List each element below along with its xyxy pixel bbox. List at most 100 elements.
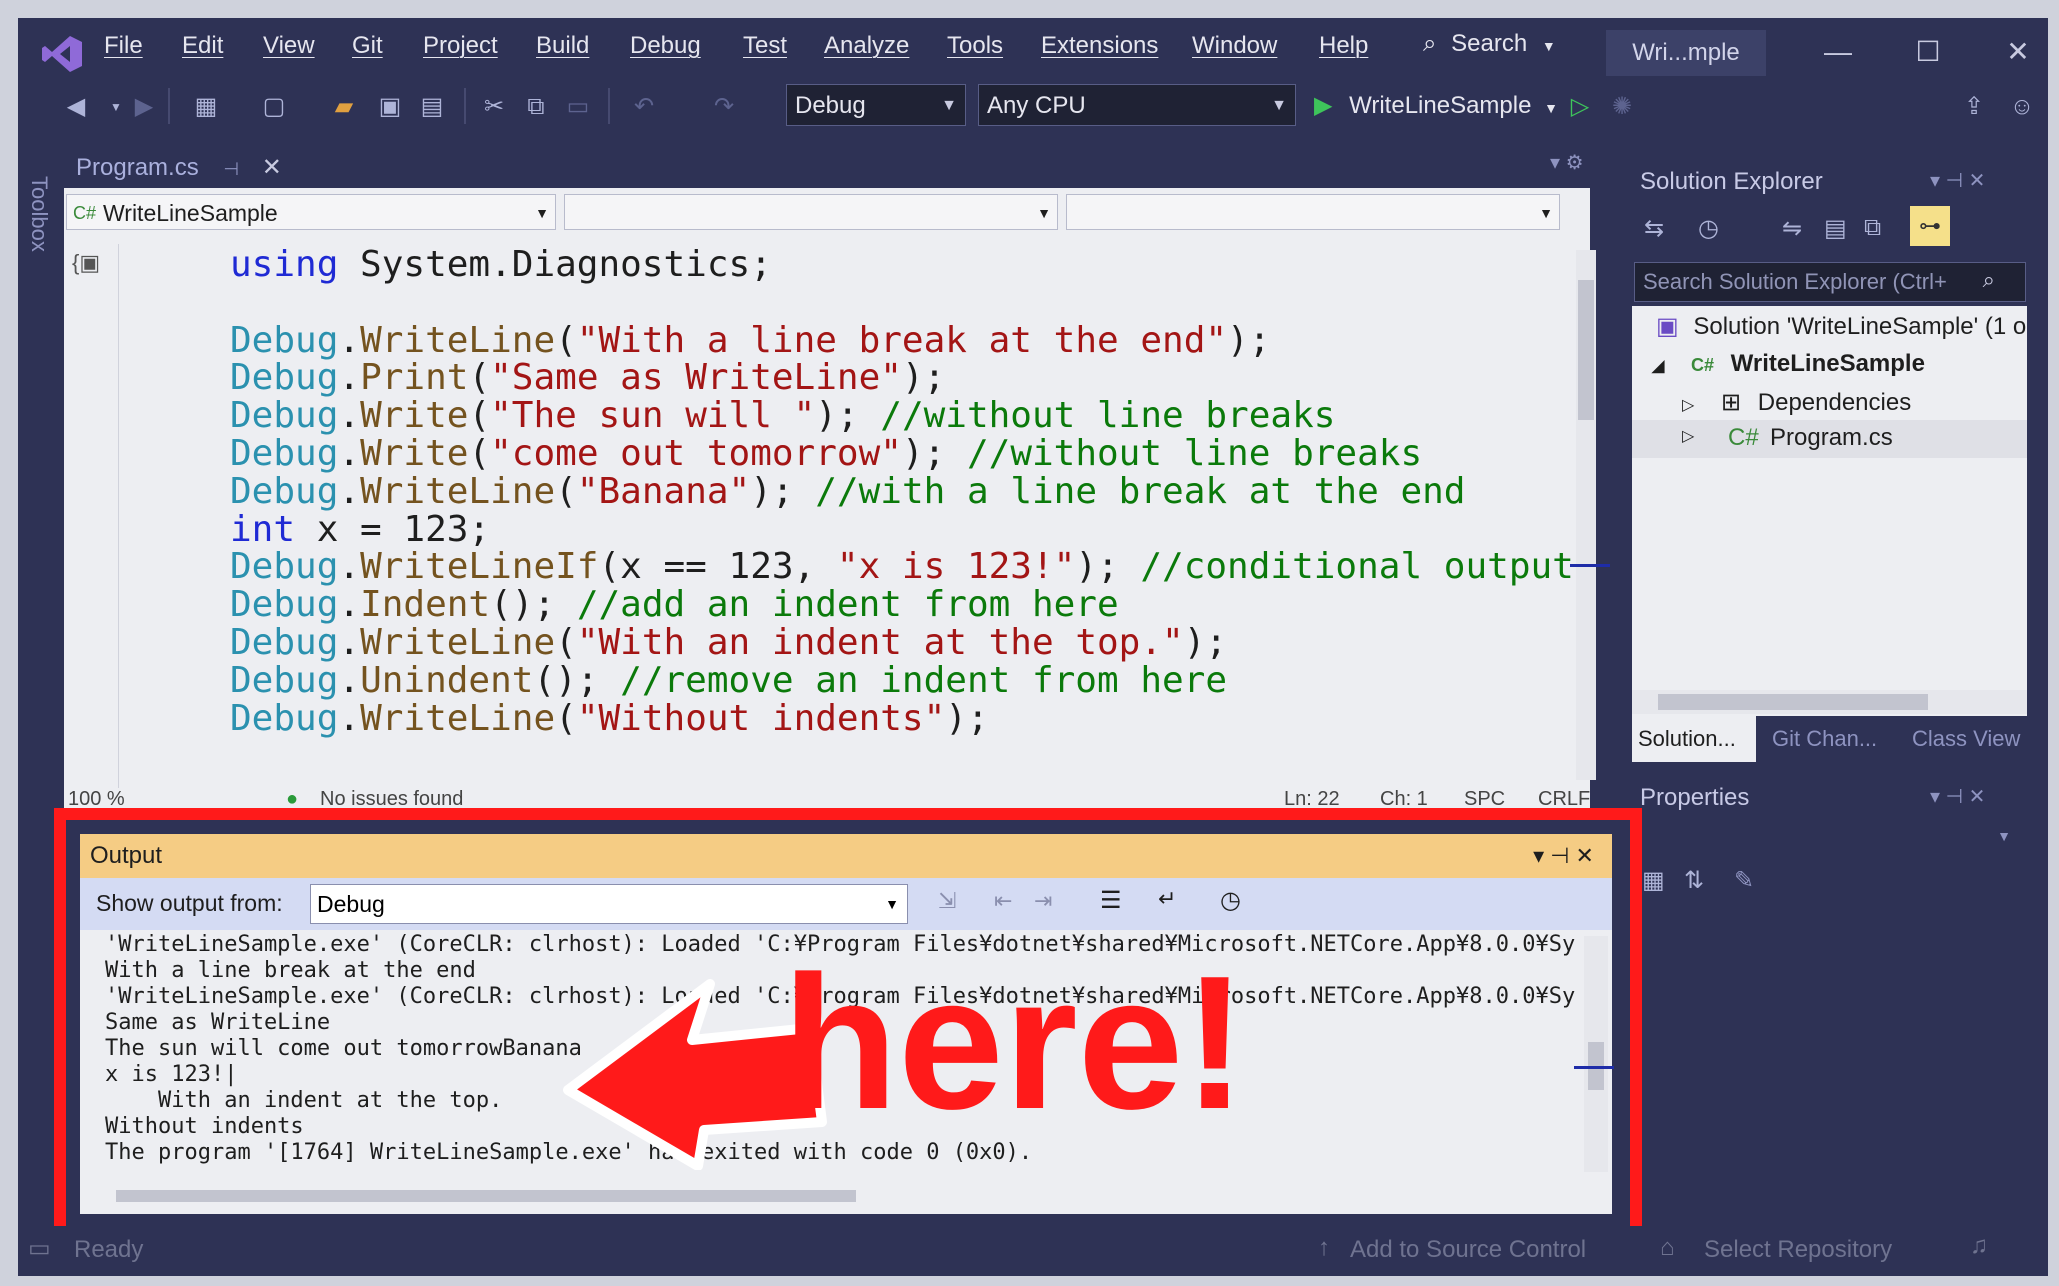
tab-solution[interactable]: Solution... <box>1632 716 1756 762</box>
menu-project[interactable]: Project <box>423 32 498 60</box>
using-collapse-icon[interactable]: {▣ <box>72 250 100 276</box>
solution-explorer-window-controls[interactable]: ▾ ⊣ ✕ <box>1930 168 1985 193</box>
toolbox-strip[interactable]: Toolbox <box>20 156 56 1236</box>
toggle-word-wrap-icon[interactable]: ↵ <box>1158 886 1176 912</box>
properties-window-controls[interactable]: ▾ ⊣ ✕ <box>1930 784 1985 809</box>
property-pages-icon[interactable]: ✎ <box>1734 866 1754 895</box>
forward-icon[interactable]: ▶ <box>128 90 160 124</box>
redo-icon[interactable]: ↷ <box>708 90 740 124</box>
menu-debug[interactable]: Debug <box>630 32 701 60</box>
menu-analyze[interactable]: Analyze <box>824 32 909 60</box>
code-line[interactable]: using System.Diagnostics; <box>230 244 772 285</box>
categorized-icon[interactable]: ▦ <box>1642 866 1665 895</box>
menu-view[interactable]: View <box>263 32 315 60</box>
menu-tools[interactable]: Tools <box>947 32 1003 60</box>
menu-build[interactable]: Build <box>536 32 589 60</box>
live-share-icon[interactable]: ⇪ <box>1958 90 1990 124</box>
tab-class-view[interactable]: Class View <box>1912 716 2020 762</box>
editor-settings-icon[interactable]: ▾ ⚙ <box>1550 150 1584 175</box>
output-window-controls[interactable]: ▾ ⊣ ✕ <box>1533 834 1594 878</box>
menu-test[interactable]: Test <box>743 32 787 60</box>
save-all-icon[interactable]: ▤ <box>416 90 448 124</box>
select-repository[interactable]: Select Repository <box>1704 1236 1892 1264</box>
dependencies-node[interactable]: ▷ ⊞ Dependencies <box>1682 388 1911 417</box>
close-tab-icon[interactable]: ✕ <box>262 154 282 181</box>
feedback-icon[interactable]: ☺ <box>2006 90 2038 124</box>
code-line[interactable]: Debug.Write("come out tomorrow"); //with… <box>230 433 1422 474</box>
code-line[interactable]: Debug.Print("Same as WriteLine"); <box>230 357 945 398</box>
alphabetical-icon[interactable]: ⇅ <box>1684 866 1704 895</box>
solution-label: Solution 'WriteLineSample' (1 o <box>1693 313 2027 340</box>
program-cs-node[interactable]: ▷ C# Program.cs <box>1632 420 2027 458</box>
paste-icon[interactable]: ▭ <box>562 90 594 124</box>
code-line[interactable]: Debug.WriteLineIf(x == 123, "x is 123!")… <box>230 546 1574 587</box>
preview-selected-icon[interactable]: ⊶ <box>1910 206 1950 246</box>
save-icon[interactable]: ▣ <box>374 90 406 124</box>
repository-icon: ⌂ <box>1660 1234 1675 1261</box>
editor-tab-program-cs[interactable]: Program.cs ⊣ ✕ <box>66 148 292 188</box>
member-nav-select[interactable]: ▼ <box>1066 194 1560 230</box>
code-line[interactable]: Debug.WriteLine("Banana"); //with a line… <box>230 471 1465 512</box>
code-line[interactable]: Debug.WriteLine("Without indents"); <box>230 698 989 739</box>
type-nav-select[interactable]: ▼ <box>564 194 1058 230</box>
notification-status-icon: ▭ <box>28 1235 51 1262</box>
code-line[interactable]: Debug.Unindent(); //remove an indent fro… <box>230 660 1227 701</box>
code-line[interactable]: Debug.WriteLine("With a line break at th… <box>230 320 1270 361</box>
platform-select[interactable]: Any CPU ▼ <box>978 84 1296 126</box>
status-ready: Ready <box>74 1236 144 1263</box>
project-nav-select[interactable]: C# WriteLineSample ▼ <box>66 194 556 230</box>
next-message-icon[interactable]: ⇥ <box>1034 888 1052 914</box>
project-node[interactable]: ◢ C# WriteLineSample <box>1652 350 1925 378</box>
open-folder-icon[interactable]: ▰ <box>328 90 360 124</box>
solution-search-input[interactable]: Search Solution Explorer (Ctrl+ ⌕ <box>1634 262 2026 302</box>
notifications-bell-icon[interactable]: ♫ <box>1970 1232 1988 1260</box>
find-message-in-code-icon[interactable]: ⇲ <box>938 888 956 914</box>
collapse-all-icon[interactable]: ▤ <box>1824 214 1847 243</box>
start-without-debugging-icon[interactable]: ▷ <box>1564 90 1596 124</box>
minimize-icon[interactable]: — <box>1808 32 1868 72</box>
tab-git-changes[interactable]: Git Chan... <box>1772 716 1877 762</box>
pending-changes-icon[interactable]: ◷ <box>1698 214 1719 243</box>
menu-edit[interactable]: Edit <box>182 32 223 60</box>
add-to-source-control[interactable]: Add to Source Control <box>1350 1236 1586 1264</box>
new-project-icon[interactable]: ▦ <box>190 90 222 124</box>
output-title-bar: Output ▾ ⊣ ✕ <box>80 834 1612 878</box>
code-line[interactable]: Debug.Indent(); //add an indent from her… <box>230 584 1119 625</box>
code-line[interactable]: Debug.WriteLine("With an indent at the t… <box>230 622 1227 663</box>
solution-horizontal-scrollbar[interactable] <box>1632 690 2027 714</box>
sync-icon[interactable]: ⇋ <box>1782 214 1802 243</box>
start-debugging-button[interactable]: ▶ WriteLineSample ▼ <box>1314 86 1558 126</box>
menu-window[interactable]: Window <box>1192 32 1277 60</box>
chevron-down-icon[interactable]: ▼ <box>1997 828 2011 844</box>
search-label: Search <box>1451 30 1528 57</box>
code-line[interactable]: Debug.Write("The sun will "); //without … <box>230 395 1335 436</box>
menu-help[interactable]: Help <box>1319 32 1368 60</box>
show-all-files-icon[interactable]: ⧉ <box>1864 214 1881 242</box>
switch-views-icon[interactable]: ⇆ <box>1644 214 1664 243</box>
menu-file[interactable]: File <box>104 32 143 60</box>
menu-git[interactable]: Git <box>352 32 383 60</box>
cut-icon[interactable]: ✂ <box>478 90 510 124</box>
output-source-select[interactable]: Debug ▼ <box>310 884 908 924</box>
solution-node[interactable]: ▣ Solution 'WriteLineSample' (1 o <box>1656 312 2026 341</box>
clear-all-icon[interactable]: ☰ <box>1100 886 1122 915</box>
hot-reload-icon[interactable]: ✺ <box>1606 90 1638 124</box>
menu-extensions[interactable]: Extensions <box>1041 32 1158 60</box>
back-icon[interactable]: ◀ <box>60 90 92 124</box>
editor-vertical-scrollbar[interactable] <box>1570 250 1610 780</box>
close-window-icon[interactable]: ✕ <box>1988 32 2048 72</box>
previous-message-icon[interactable]: ⇤ <box>994 888 1012 914</box>
source-control-icon: ↑ <box>1318 1234 1330 1261</box>
new-item-icon[interactable]: ▢ <box>258 90 290 124</box>
search-box[interactable]: ⌕ Search ▼ <box>1423 30 1563 70</box>
collapsed-arrow-icon: ▷ <box>1682 428 1695 445</box>
toggle-timestamp-icon[interactable]: ◷ <box>1220 886 1241 915</box>
pin-icon[interactable]: ⊣ <box>223 159 239 179</box>
code-line[interactable]: int x = 123; <box>230 509 490 550</box>
output-horizontal-scrollbar[interactable] <box>90 1186 1570 1206</box>
configuration-select[interactable]: Debug ▼ <box>786 84 966 126</box>
output-vertical-scrollbar[interactable] <box>1574 936 1614 1172</box>
maximize-icon[interactable]: ☐ <box>1898 32 1958 72</box>
copy-icon[interactable]: ⧉ <box>520 90 552 124</box>
undo-icon[interactable]: ↶ <box>628 90 660 124</box>
